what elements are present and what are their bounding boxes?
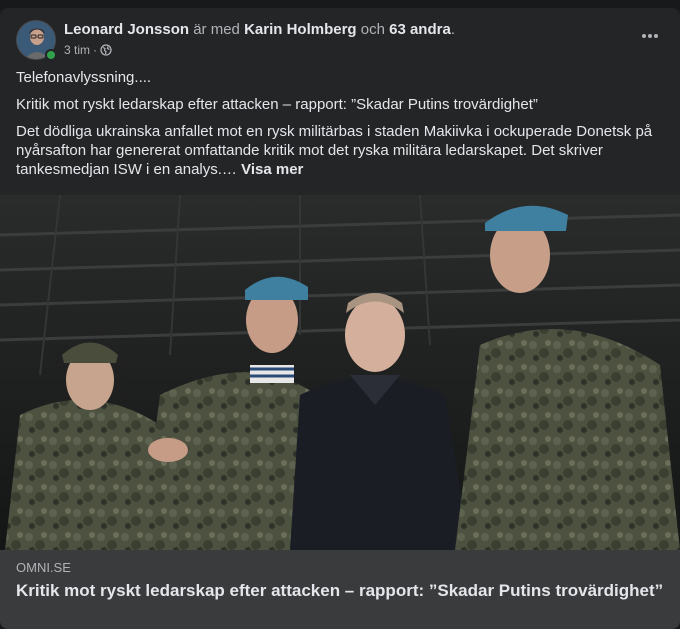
quoted-body: Det dödliga ukrainska anfallet mot en ry…: [16, 122, 664, 179]
quoted-title: Kritik mot ryskt ledarskap efter attacke…: [16, 96, 538, 113]
post-message: Telefonavlyssning....: [16, 69, 152, 86]
tagged-person[interactable]: Karin Holmberg: [244, 21, 357, 38]
link-title[interactable]: Kritik mot ryskt ledarskap efter attacke…: [16, 581, 664, 601]
author-line: Leonard Jonsson är med Karin Holmberg oc…: [64, 20, 455, 40]
link-preview-footer[interactable]: OMNI.SE Kritik mot ryskt ledarskap efter…: [0, 550, 680, 629]
post-meta: 3 tim ·: [64, 42, 112, 58]
and-text: och: [360, 21, 385, 38]
author-name[interactable]: Leonard Jonsson: [64, 21, 189, 38]
post-header: Leonard Jonsson är med Karin Holmberg oc…: [16, 20, 664, 64]
post-text: Telefonavlyssning.... Kritik mot ryskt l…: [16, 68, 664, 187]
more-options-button[interactable]: [636, 24, 664, 48]
link-preview-image[interactable]: [0, 195, 680, 550]
post-time[interactable]: 3 tim: [64, 42, 90, 58]
more-options-icon: [642, 34, 658, 38]
meta-separator: ·: [93, 43, 98, 57]
quoted-body-text: Det dödliga ukrainska anfallet mot en ry…: [16, 123, 653, 178]
soldiers-photo: [0, 195, 680, 550]
tagged-others[interactable]: 63 andra: [389, 21, 451, 38]
public-globe-icon[interactable]: [100, 44, 112, 56]
link-domain: OMNI.SE: [16, 560, 71, 575]
see-more-link[interactable]: Visa mer: [241, 161, 303, 178]
with-text: är med: [193, 21, 240, 38]
period: .: [450, 21, 455, 38]
online-status-dot: [45, 49, 57, 61]
feed-post: Leonard Jonsson är med Karin Holmberg oc…: [0, 8, 680, 629]
